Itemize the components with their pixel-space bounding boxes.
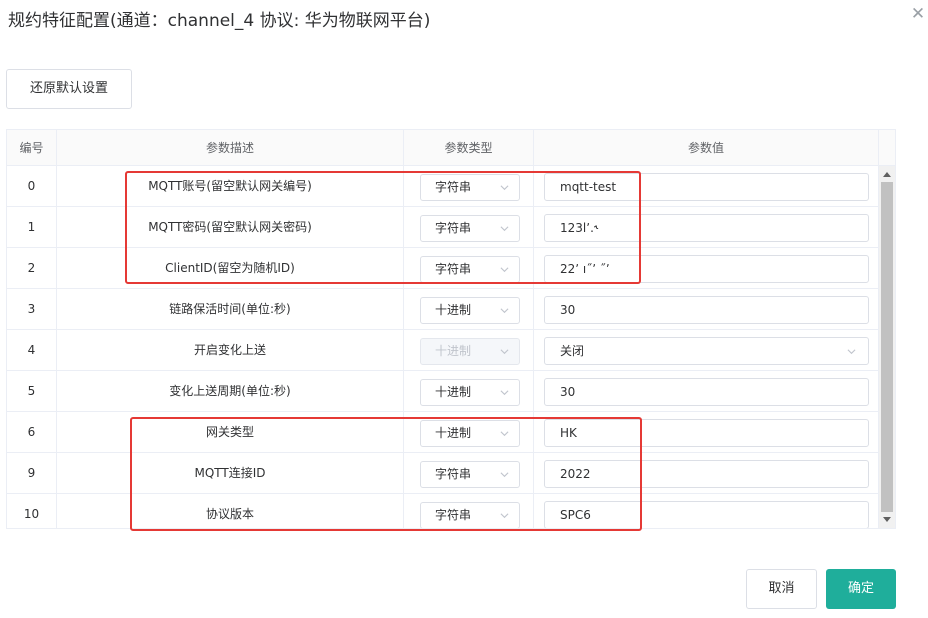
table-row: 1 MQTT密码(留空默认网关密码) 字符串 123lʼ․˞ (7, 207, 879, 248)
reset-defaults-button[interactable]: 还原默认设置 (6, 69, 132, 109)
param-type-cell: 字符串 (404, 453, 534, 494)
table-header: 编号 参数描述 参数类型 参数值 (7, 130, 895, 166)
param-desc: ClientID(留空为随机ID) (57, 248, 404, 289)
param-type-cell: 十进制 (404, 371, 534, 412)
param-desc: MQTT账号(留空默认网关编号) (57, 166, 404, 207)
header-type: 参数类型 (404, 130, 534, 166)
param-type-select[interactable]: 十进制 (420, 420, 520, 447)
param-value-input[interactable]: SPC6 (544, 501, 869, 528)
table-row: 4 开启变化上送 十进制 关闭 (7, 330, 879, 371)
header-value: 参数值 (534, 130, 879, 166)
param-desc: 链路保活时间(单位:秒) (57, 289, 404, 330)
param-id: 3 (7, 289, 57, 330)
param-type-select[interactable]: 字符串 (420, 461, 520, 488)
param-id: 2 (7, 248, 57, 289)
param-type-text: 十进制 (435, 303, 472, 317)
param-value-input[interactable]: 30 (544, 296, 869, 324)
param-value-input[interactable]: HK (544, 419, 869, 447)
chevron-down-icon (500, 472, 509, 478)
param-value-cell: 123lʼ․˞ (534, 207, 879, 248)
header-desc: 参数描述 (57, 130, 404, 166)
param-type-cell: 十进制 (404, 289, 534, 330)
param-desc: 协议版本 (57, 494, 404, 528)
param-type-text: 十进制 (435, 385, 472, 399)
param-type-cell: 字符串 (404, 166, 534, 207)
param-type-select[interactable]: 字符串 (420, 174, 520, 201)
param-value-select[interactable]: 关闭 (544, 337, 869, 365)
param-value-cell: 关闭 (534, 330, 879, 371)
header-id: 编号 (7, 130, 57, 166)
param-value-input[interactable]: 2022 (544, 460, 869, 488)
param-id: 4 (7, 330, 57, 371)
close-icon[interactable]: ✕ (908, 4, 928, 24)
param-id: 9 (7, 453, 57, 494)
param-type-text: 字符串 (435, 262, 472, 276)
param-type-text: 字符串 (435, 180, 472, 194)
param-type-text: 十进制 (435, 426, 472, 440)
param-value-cell: 30 (534, 371, 879, 412)
protocol-config-dialog: 规约特征配置(通道：channel_4 协议: 华为物联网平台) ✕ 还原默认设… (0, 0, 928, 618)
chevron-down-icon (500, 349, 509, 355)
table-row: 6 网关类型 十进制 HK (7, 412, 879, 453)
param-value-cell: SPC6 (534, 494, 879, 528)
param-type-text: 字符串 (435, 467, 472, 481)
param-type-cell: 十进制 (404, 330, 534, 371)
param-type-select[interactable]: 字符串 (420, 256, 520, 283)
param-desc: 网关类型 (57, 412, 404, 453)
param-id: 10 (7, 494, 57, 528)
param-type-select[interactable]: 十进制 (420, 297, 520, 324)
param-type-select: 十进制 (420, 338, 520, 365)
param-type-text: 十进制 (435, 344, 472, 358)
param-value-input[interactable]: 30 (544, 378, 869, 406)
table-row: 10 协议版本 字符串 SPC6 (7, 494, 879, 528)
param-value-input[interactable]: 22ʼ ı˝ʼ ˝ʼ (544, 255, 869, 283)
param-type-text: 字符串 (435, 508, 472, 522)
chevron-down-icon (500, 513, 509, 519)
chevron-down-icon (500, 308, 509, 314)
table-row: 2 ClientID(留空为随机ID) 字符串 22ʼ ı˝ʼ ˝ʼ (7, 248, 879, 289)
scrollbar-thumb[interactable] (881, 182, 893, 512)
param-type-cell: 字符串 (404, 207, 534, 248)
param-desc: 开启变化上送 (57, 330, 404, 371)
table-row: 3 链路保活时间(单位:秒) 十进制 30 (7, 289, 879, 330)
chevron-down-icon (500, 185, 509, 191)
cancel-button[interactable]: 取消 (746, 569, 817, 609)
param-value-cell: mqtt-test (534, 166, 879, 207)
param-value-input[interactable]: mqtt-test (544, 173, 869, 201)
param-type-select[interactable]: 字符串 (420, 215, 520, 242)
confirm-button[interactable]: 确定 (826, 569, 896, 609)
param-id: 5 (7, 371, 57, 412)
param-type-select[interactable]: 字符串 (420, 502, 520, 528)
scroll-up-icon[interactable] (883, 172, 891, 177)
table-scrollbar[interactable] (879, 166, 895, 528)
chevron-down-icon (500, 267, 509, 273)
param-id: 0 (7, 166, 57, 207)
chevron-down-icon (500, 226, 509, 232)
param-value-cell: HK (534, 412, 879, 453)
param-id: 1 (7, 207, 57, 248)
param-type-select[interactable]: 十进制 (420, 379, 520, 406)
param-value-cell: 2022 (534, 453, 879, 494)
param-desc: 变化上送周期(单位:秒) (57, 371, 404, 412)
param-type-cell: 字符串 (404, 248, 534, 289)
table-row: 9 MQTT连接ID 字符串 2022 (7, 453, 879, 494)
table-row: 0 MQTT账号(留空默认网关编号) 字符串 mqtt-test (7, 166, 879, 207)
dialog-title: 规约特征配置(通道：channel_4 协议: 华为物联网平台) (8, 11, 431, 31)
param-type-text: 字符串 (435, 221, 472, 235)
params-table: 编号 参数描述 参数类型 参数值 0 MQTT账号(留空默认网关编号) 字符串 … (6, 129, 896, 529)
table-row: 5 变化上送周期(单位:秒) 十进制 30 (7, 371, 879, 412)
param-value-cell: 30 (534, 289, 879, 330)
param-desc: MQTT连接ID (57, 453, 404, 494)
param-type-cell: 字符串 (404, 494, 534, 528)
param-desc: MQTT密码(留空默认网关密码) (57, 207, 404, 248)
chevron-down-icon (500, 390, 509, 396)
param-id: 6 (7, 412, 57, 453)
param-value-text: 关闭 (560, 344, 585, 358)
chevron-down-icon (847, 349, 856, 355)
chevron-down-icon (500, 431, 509, 437)
param-type-cell: 十进制 (404, 412, 534, 453)
scroll-down-icon[interactable] (883, 517, 891, 522)
param-value-input[interactable]: 123lʼ․˞ (544, 214, 869, 242)
param-value-cell: 22ʼ ı˝ʼ ˝ʼ (534, 248, 879, 289)
